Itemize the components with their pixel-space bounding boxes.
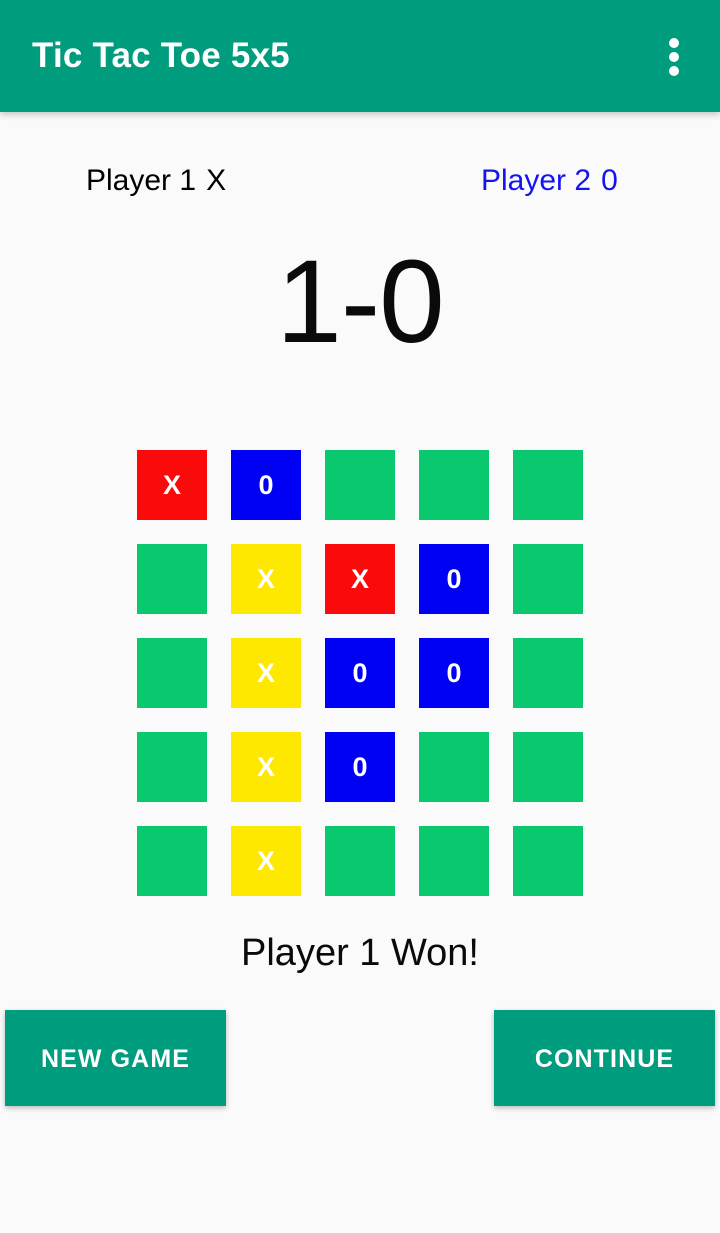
board-cell-3-1[interactable]: X — [231, 732, 301, 802]
board-cell-1-0[interactable] — [137, 544, 207, 614]
board-cell-1-3[interactable]: 0 — [419, 544, 489, 614]
board-cell-4-1[interactable]: X — [231, 826, 301, 896]
player-2-name: Player 2 — [481, 164, 592, 197]
board-cell-4-3[interactable] — [419, 826, 489, 896]
board-cell-4-4[interactable] — [513, 826, 583, 896]
board-cell-2-0[interactable] — [137, 638, 207, 708]
board-cell-2-2[interactable]: 0 — [325, 638, 395, 708]
result-message: Player 1 Won! — [241, 932, 479, 974]
board-row: XX0 — [137, 544, 583, 614]
board-cell-2-1[interactable]: X — [231, 638, 301, 708]
app-title: Tic Tac Toe 5x5 — [32, 36, 290, 75]
board-row: X0 — [137, 732, 583, 802]
new-game-button[interactable]: NEW GAME — [5, 1010, 226, 1106]
board-row: X — [137, 826, 583, 896]
more-vert-dot — [669, 66, 679, 76]
more-vert-dot — [669, 38, 679, 48]
board-row: X0 — [137, 450, 583, 520]
more-vert-dot — [669, 52, 679, 62]
board-cell-0-4[interactable] — [513, 450, 583, 520]
player-row: Player 1 X Player 2 0 — [0, 156, 720, 206]
board-row: X00 — [137, 638, 583, 708]
board-cell-2-4[interactable] — [513, 638, 583, 708]
player-2-mark: 0 — [601, 164, 618, 197]
board-cell-2-3[interactable]: 0 — [419, 638, 489, 708]
player-1-mark: X — [206, 164, 227, 197]
board-cell-4-0[interactable] — [137, 826, 207, 896]
more-vert-icon[interactable] — [644, 26, 704, 86]
score-display: 1-0 — [276, 236, 445, 368]
board-cell-3-0[interactable] — [137, 732, 207, 802]
board-cell-3-4[interactable] — [513, 732, 583, 802]
player-1-name: Player 1 — [86, 164, 197, 197]
board-cell-1-2[interactable]: X — [325, 544, 395, 614]
app-bar: Tic Tac Toe 5x5 — [0, 0, 720, 112]
board-cell-1-1[interactable]: X — [231, 544, 301, 614]
board-cell-1-4[interactable] — [513, 544, 583, 614]
board-cell-0-2[interactable] — [325, 450, 395, 520]
board-cell-3-2[interactable]: 0 — [325, 732, 395, 802]
board-cell-3-3[interactable] — [419, 732, 489, 802]
board-cell-0-0[interactable]: X — [137, 450, 207, 520]
continue-button[interactable]: CONTINUE — [494, 1010, 715, 1106]
game-board: X0XX0X00X0X — [137, 450, 583, 897]
board-cell-0-1[interactable]: 0 — [231, 450, 301, 520]
board-cell-4-2[interactable] — [325, 826, 395, 896]
board-cell-0-3[interactable] — [419, 450, 489, 520]
player-2-label: Player 2 0 — [481, 156, 618, 206]
player-1-label: Player 1 X — [86, 156, 226, 206]
